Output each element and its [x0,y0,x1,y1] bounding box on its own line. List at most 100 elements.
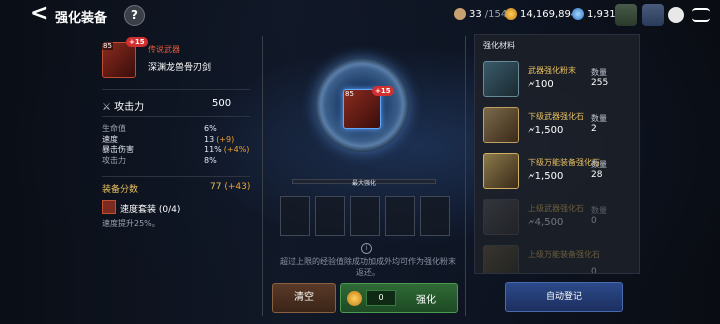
material-name: 下级武器强化石 [528,112,584,121]
qty-label: 数量 [591,68,607,77]
set-name: 速度套装 (0/4) [120,205,181,215]
material-qty: 28 [591,170,603,180]
crystal-amount: 1,931 [587,8,616,20]
auto-register-button[interactable]: 自动登记 [505,282,623,312]
stat-bonus: (+9) [216,134,235,144]
materials-title: 强化材料 [483,41,515,50]
gold-amount: 14,169,894 [520,8,578,20]
gold-coin-icon [505,8,517,20]
menu-icon[interactable] [692,8,710,22]
mail-icon[interactable] [642,4,664,26]
top-bar: < 强化装备 ? 33/154 14,169,894 1,931 [0,0,720,30]
score-label: 装备分数 [102,185,139,195]
material-exp: 🗲1,500 [528,171,564,182]
info-icon: i [361,243,372,254]
stamina-current: 33 [469,8,482,20]
sword-icon: ⚔ [102,102,111,113]
stamina-max: /154 [484,8,508,20]
material-qty: 0 [591,267,597,273]
exp-icon: 🗲 [528,171,535,182]
stat-value: 11% [204,145,222,154]
qty-label: 数量 [591,114,607,123]
stat-name: 速度 [102,134,118,144]
stat-name: 暴击伤害 [102,145,134,154]
enhance-button[interactable]: 0 强化 [340,283,458,313]
material-qty: 255 [591,78,609,88]
exp-icon: 🗲 [528,79,535,90]
material-qty: 2 [591,124,597,134]
item-name: 深渊龙兽骨刃剑 [148,63,212,73]
material-item[interactable]: 上级万能装备强化石 0 [483,245,635,273]
enhance-cost: 0 [366,290,396,306]
materials-panel: 强化材料 武器强化粉末 🗲100 数量 255 下级武器强化石 🗲1,500 数… [474,34,640,274]
material-name: 下级万能装备强化石 [528,158,600,167]
divider [102,176,250,177]
stamina-resource[interactable]: 33/154 [454,8,507,20]
max-enhance-label: 最大强化 [351,180,376,187]
score-value: 77 [210,182,222,192]
clear-button[interactable]: 清空 [272,283,336,313]
material-slot[interactable] [420,196,450,236]
attack-value: 500 [212,98,232,109]
qty-label: 数量 [591,160,607,169]
stat-value: 6% [204,124,217,133]
panel-divider [262,36,263,316]
equipment-score: 装备分数 77 (+43) [102,182,252,195]
stat-row: 生命值 6% [102,124,252,135]
material-slot[interactable] [315,196,345,236]
material-item[interactable]: 下级武器强化石 🗲1,500 数量 2 [483,107,635,147]
gold-coin-icon [347,291,362,306]
stat-value: 8% [204,155,217,165]
stat-value: 13 [204,134,215,144]
gold-resource[interactable]: 14,169,894 [505,8,577,20]
enhance-powder-icon [483,61,519,97]
stat-row: 速度 13 (+9) [102,135,252,146]
stat-name: 生命值 [102,124,126,133]
material-slot[interactable] [280,196,310,236]
material-slot[interactable] [350,196,380,236]
material-slot[interactable] [385,196,415,236]
material-name: 武器强化粉末 [528,66,576,75]
enhance-stone-icon [483,199,519,235]
material-slots [280,196,450,236]
material-item[interactable]: 上级武器强化石 🗲4,500 数量 0 [483,199,635,239]
divider [102,116,250,117]
qty-label: 数量 [591,206,607,215]
material-item[interactable]: 武器强化粉末 🗲100 数量 255 [483,61,635,101]
target-item-plus-badge: +15 [372,86,394,96]
attack-row: ⚔ 攻击力 500 [102,98,252,113]
chat-icon[interactable] [668,7,684,23]
item-plus-badge: +15 [126,37,148,47]
exp-icon: 🗲 [528,125,535,136]
back-arrow-icon[interactable]: < [30,3,50,26]
stats-list: 生命值 6% 速度 13 (+9) 暴击伤害 11% (+4%) 攻击力 8% [102,124,252,166]
stamina-icon [454,8,466,20]
material-exp: 🗲4,500 [528,217,564,228]
page-title: 强化装备 [55,11,108,26]
universal-stone-icon [483,153,519,189]
material-name: 上级万能装备强化石 [528,250,600,259]
speed-set-icon [102,200,116,214]
help-button[interactable]: ? [124,5,145,26]
material-item[interactable]: 下级万能装备强化石 🗲1,500 数量 28 [483,153,635,193]
target-item-level: 85 [345,90,354,98]
material-qty: 0 [591,216,597,226]
attack-label: 攻击力 [114,102,145,113]
panel-divider [465,36,466,316]
shop-icon[interactable] [615,4,637,26]
item-grade: 传说武器 [148,45,180,54]
score-bonus: (+43) [224,182,251,192]
divider [102,89,250,90]
universal-stone-icon [483,245,519,273]
stat-bonus: (+4%) [223,145,250,154]
stat-row: 攻击力 8% [102,156,252,167]
stat-row: 暴击伤害 11% (+4%) [102,145,252,156]
set-description: 速度提升25%。 [102,219,160,228]
crystal-resource[interactable]: 1,931 [572,8,616,20]
overflow-note: 超过上限的经验值除成功加成外均可作为强化粉末返还。 [280,257,456,277]
stat-name: 攻击力 [102,155,126,165]
material-name: 上级武器强化石 [528,204,584,213]
enhance-label: 强化 [416,295,436,306]
item-level: 85 [102,42,113,50]
item-details-panel: 85 +15 传说武器 深渊龙兽骨刃剑 ⚔ 攻击力 500 生命值 6% 速度 … [92,34,258,324]
